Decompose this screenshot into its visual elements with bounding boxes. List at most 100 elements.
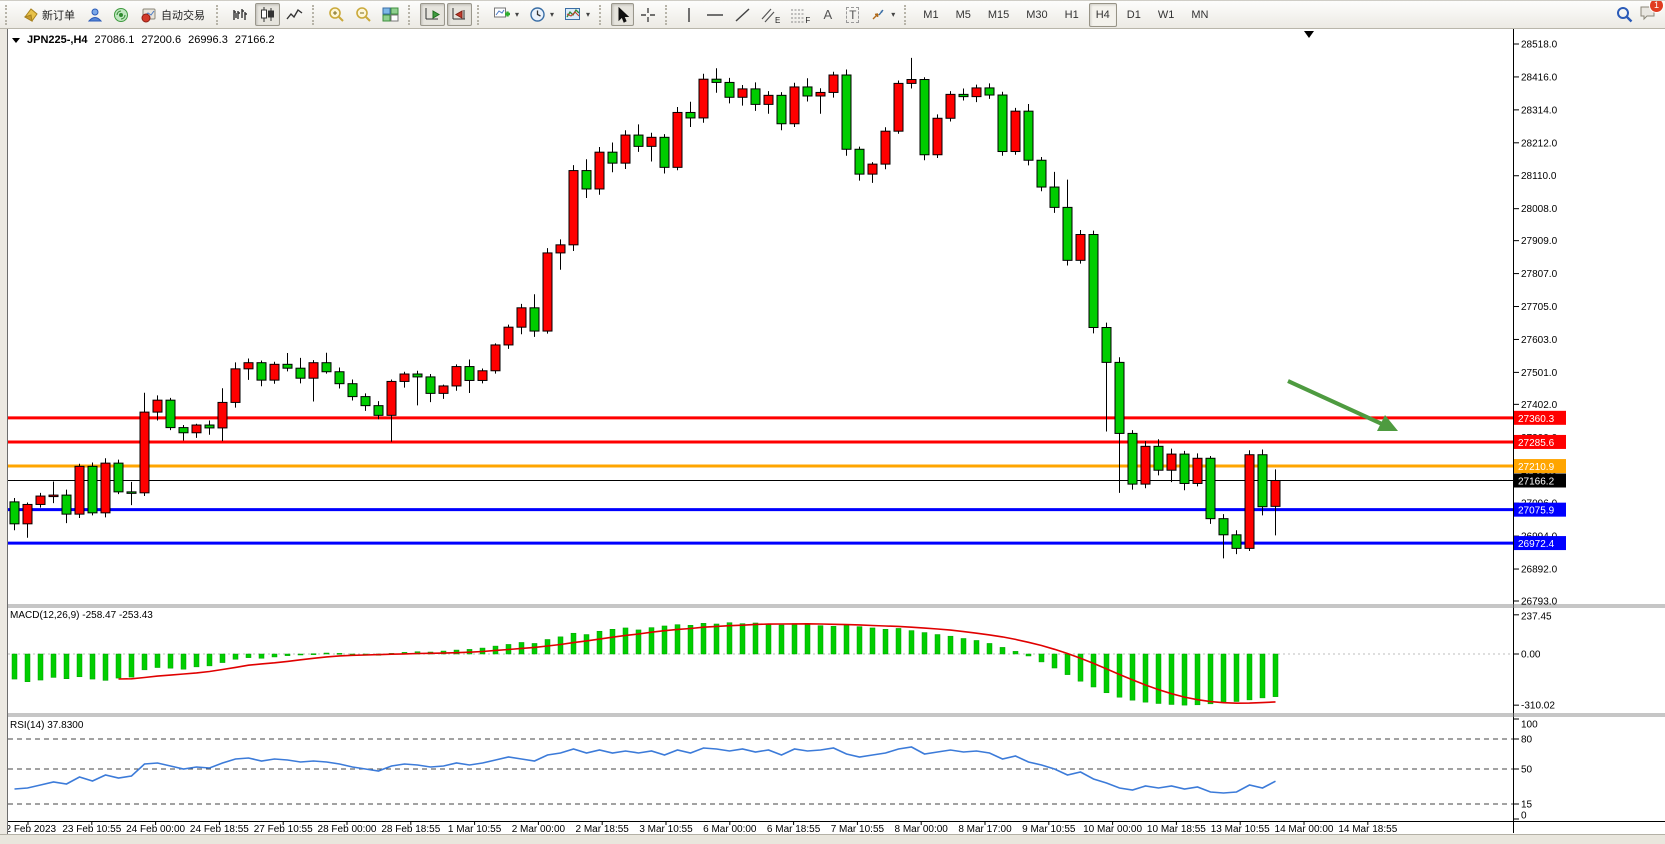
macd-name: MACD(12,26,9) — [10, 610, 79, 621]
candle-body-bear — [296, 368, 305, 378]
macd-histogram-bar — [805, 625, 810, 654]
horizontal-line-button[interactable] — [702, 3, 728, 26]
arrows-button[interactable]: ▾ — [866, 3, 899, 26]
candle-body-bull — [647, 137, 656, 146]
zoom-out-icon — [355, 6, 372, 23]
price-tick-label: 26793.0 — [1521, 597, 1558, 608]
candle-body-bull — [673, 112, 682, 167]
macd-histogram-bar — [1013, 651, 1018, 654]
period-button[interactable]: ▾ — [525, 3, 558, 26]
timeframe-button-H4[interactable]: H4 — [1089, 3, 1117, 27]
candlestick-chart-icon — [259, 6, 276, 23]
toolbar-grip[interactable] — [216, 5, 223, 25]
macd-histogram-bar — [896, 628, 901, 654]
text-label-button[interactable]: T — [841, 3, 864, 26]
candle-body-bear — [777, 95, 786, 123]
zoom-out-button[interactable] — [351, 3, 376, 26]
macd-histogram-bar — [870, 628, 875, 654]
new-order-label: 新订单 — [42, 7, 75, 23]
auto-scroll-button[interactable] — [420, 3, 445, 26]
candle-body-bear — [1050, 187, 1059, 207]
horizontal-line-icon — [706, 7, 724, 23]
price-tick-label: 28110.0 — [1521, 171, 1557, 182]
macd-histogram-bar — [844, 625, 849, 654]
crosshair-button[interactable] — [636, 3, 660, 26]
candle-body-bull — [491, 345, 500, 371]
macd-histogram-bar — [220, 654, 225, 663]
profile-person-icon — [87, 7, 103, 23]
timeframe-button-M5[interactable]: M5 — [949, 3, 978, 27]
candle-body-bear — [920, 80, 929, 155]
timeframe-button-MN[interactable]: MN — [1184, 3, 1215, 27]
toolbar-grip[interactable] — [904, 5, 911, 25]
macd-histogram-bar — [38, 654, 43, 680]
text-button[interactable]: A — [816, 3, 839, 26]
line-chart-button[interactable] — [282, 3, 307, 26]
chart-canvas[interactable]: 28518.028416.028314.028212.028110.028008… — [0, 1, 1665, 844]
search-icon[interactable] — [1616, 6, 1633, 23]
auto-trading-icon — [141, 7, 158, 23]
candle-body-bear — [426, 377, 435, 393]
profile-button[interactable] — [83, 3, 107, 26]
candle-body-bull — [829, 75, 838, 92]
macd-histogram-bar — [714, 624, 719, 654]
candle-body-bear — [1219, 519, 1228, 535]
trendline-button[interactable] — [730, 3, 755, 26]
toolbar-grip[interactable] — [408, 5, 415, 25]
macd-histogram-bar — [909, 631, 914, 654]
candle-body-bear — [1089, 235, 1098, 328]
chevron-down-icon: ▾ — [550, 10, 554, 19]
equidistant-channel-button[interactable]: E — [757, 3, 784, 26]
chart-shift-button[interactable] — [447, 3, 472, 26]
candle-body-bear — [530, 308, 539, 331]
signals-button[interactable] — [109, 3, 133, 26]
vertical-line-button[interactable] — [677, 3, 700, 26]
candle-body-bull — [101, 463, 110, 513]
price-tick-label: 28314.0 — [1521, 105, 1558, 116]
candle-body-bear — [959, 94, 968, 96]
timeframe-button-H1[interactable]: H1 — [1058, 3, 1086, 27]
timeframe-button-M1[interactable]: M1 — [916, 3, 945, 27]
macd-histogram-bar — [779, 625, 784, 654]
bar-chart-button[interactable] — [228, 3, 253, 26]
candle-body-bear — [686, 112, 695, 117]
candle-body-bear — [1154, 446, 1163, 470]
toolbar-grip[interactable] — [477, 5, 484, 25]
macd-histogram-bar — [766, 624, 771, 654]
candlestick-chart-button[interactable] — [255, 3, 280, 26]
template-icon — [564, 6, 582, 23]
rsi-indicator-label: RSI(14) 37.8300 — [10, 720, 83, 731]
auto-scroll-icon — [424, 6, 441, 23]
chart-menu-caret-icon[interactable] — [12, 38, 20, 43]
toolbar-grip[interactable] — [665, 5, 672, 25]
chevron-down-icon: ▾ — [586, 10, 590, 19]
zoom-in-button[interactable] — [324, 3, 349, 26]
toolbar-grip[interactable] — [5, 5, 12, 25]
price-tick-label: 27402.0 — [1521, 400, 1558, 411]
symbol-period-label: JPN225-,H4 — [27, 34, 88, 46]
notifications-button[interactable]: 1 — [1639, 4, 1657, 26]
candle-body-bull — [244, 363, 253, 369]
timeframe-button-M15[interactable]: M15 — [981, 3, 1016, 27]
broadcast-icon — [113, 7, 129, 23]
new-chart-icon — [493, 6, 511, 23]
timeframe-button-M30[interactable]: M30 — [1019, 3, 1054, 27]
candle-body-bear — [322, 363, 331, 372]
toolbar-grip[interactable] — [312, 5, 319, 25]
new-chart-button[interactable]: ▾ — [489, 3, 523, 26]
tile-windows-button[interactable] — [378, 3, 403, 26]
vertical-line-icon — [682, 7, 696, 23]
toolbar-grip[interactable] — [599, 5, 606, 25]
candle-body-bull — [153, 400, 162, 412]
macd-histogram-bar — [1208, 654, 1213, 704]
timeframe-button-D1[interactable]: D1 — [1120, 3, 1148, 27]
fibonacci-button[interactable]: F — [786, 3, 814, 26]
auto-trading-button[interactable]: 自动交易 — [135, 3, 211, 26]
new-order-button[interactable]: 新订单 — [17, 3, 81, 26]
candle-body-bull — [738, 89, 747, 97]
timeframe-button-W1[interactable]: W1 — [1151, 3, 1182, 27]
toolbar: 新订单 自动交易 — [0, 1, 1665, 29]
cursor-button[interactable] — [611, 3, 634, 26]
templates-button[interactable]: ▾ — [560, 3, 594, 26]
price-tick-label: 27501.0 — [1521, 368, 1558, 379]
